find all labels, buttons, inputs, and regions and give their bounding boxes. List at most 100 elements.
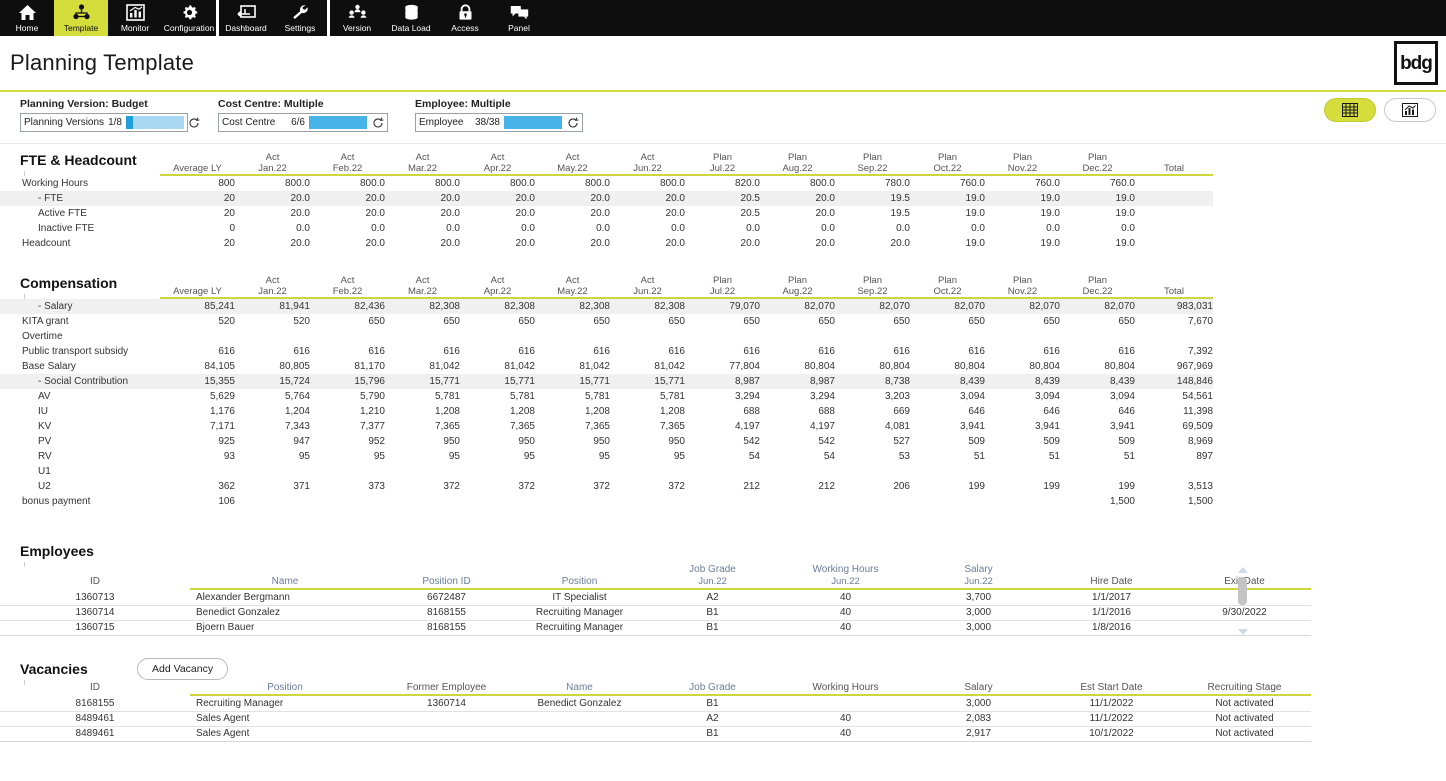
table-cell[interactable]: 82,308 (460, 299, 535, 314)
table-row[interactable]: - Salary 85,241 81,941 82,436 82,308 82,308 82… (0, 299, 1213, 314)
table-cell[interactable]: 80,804 (1060, 359, 1135, 374)
nav-item-version[interactable]: Version (330, 0, 384, 36)
table-cell[interactable]: 20.0 (535, 191, 610, 206)
table-cell[interactable]: 148,846 (1135, 374, 1213, 389)
table-cell[interactable]: 80,804 (985, 359, 1060, 374)
table-cell[interactable] (385, 494, 460, 509)
table-cell[interactable]: 646 (1060, 404, 1135, 419)
table-cell[interactable]: 20.0 (760, 191, 835, 206)
table-cell[interactable]: 15,771 (385, 374, 460, 389)
table-row[interactable]: Overtime (0, 329, 1213, 344)
table-cell[interactable] (985, 464, 1060, 479)
table-cell[interactable] (535, 329, 610, 344)
table-cell[interactable]: 81,042 (460, 359, 535, 374)
table-cell[interactable]: 20.0 (535, 236, 610, 251)
table-cell[interactable]: IT Specialist (513, 590, 646, 606)
table-cell[interactable]: 542 (685, 434, 760, 449)
table-cell[interactable]: 20.0 (835, 236, 910, 251)
table-row[interactable]: 8489461 Sales Agent B1 40 2,917 10/1/2022 Not … (0, 726, 1311, 742)
table-cell[interactable]: 20.0 (235, 191, 310, 206)
table-cell[interactable]: 8489461 (0, 711, 190, 727)
table-cell[interactable]: 106 (160, 494, 235, 509)
table-cell[interactable]: 95 (385, 449, 460, 464)
table-cell[interactable]: 820.0 (685, 176, 760, 191)
table-cell[interactable]: Not activated (1178, 696, 1311, 712)
table-cell[interactable]: 10/1/2022 (1045, 726, 1178, 742)
table-cell[interactable]: 688 (760, 404, 835, 419)
table-cell[interactable]: 20.0 (760, 206, 835, 221)
table-cell[interactable] (910, 329, 985, 344)
table-cell[interactable]: 4,197 (760, 419, 835, 434)
table-cell[interactable]: 7,392 (1135, 344, 1213, 359)
table-cell[interactable]: 5,781 (385, 389, 460, 404)
table-cell[interactable]: 80,804 (760, 359, 835, 374)
table-cell[interactable]: 8,969 (1135, 434, 1213, 449)
table-cell[interactable]: 3,294 (685, 389, 760, 404)
table-cell[interactable]: 7,365 (460, 419, 535, 434)
table-cell[interactable]: 3,000 (912, 696, 1045, 712)
table-cell[interactable]: 373 (310, 479, 385, 494)
table-row[interactable]: KV 7,171 7,343 7,377 7,365 7,365 7,365 7,365 4,1… (0, 419, 1213, 434)
table-cell[interactable]: 20.0 (610, 236, 685, 251)
table-cell[interactable]: B1 (646, 726, 779, 742)
table-cell[interactable]: 19.5 (835, 191, 910, 206)
column-header[interactable]: Position ID (380, 564, 513, 588)
table-cell[interactable]: 20.0 (385, 236, 460, 251)
table-cell[interactable] (380, 726, 513, 742)
table-cell[interactable]: 1,210 (310, 404, 385, 419)
table-cell[interactable] (535, 494, 610, 509)
table-cell[interactable]: 1/8/2016 (1045, 620, 1178, 636)
nav-item-home[interactable]: Home (0, 0, 54, 36)
table-cell[interactable]: 616 (910, 344, 985, 359)
table-cell[interactable] (235, 494, 310, 509)
table-cell[interactable]: 54 (760, 449, 835, 464)
table-row[interactable]: - Social Contribution 15,355 15,724 15,796 1… (0, 374, 1213, 389)
column-header[interactable]: Est Start Date (1045, 682, 1178, 694)
table-cell[interactable]: 15,796 (310, 374, 385, 389)
table-cell[interactable]: 8,439 (910, 374, 985, 389)
column-header[interactable]: Name (190, 564, 380, 588)
table-cell[interactable] (310, 329, 385, 344)
table-cell[interactable] (685, 464, 760, 479)
table-cell[interactable]: 4,081 (835, 419, 910, 434)
table-cell[interactable]: Recruiting Manager (190, 696, 380, 712)
table-cell[interactable]: 20.0 (760, 236, 835, 251)
table-cell[interactable]: 760.0 (910, 176, 985, 191)
table-row[interactable]: Public transport subsidy 616 616 616 616 616 6… (0, 344, 1213, 359)
reset-filter-icon[interactable] (371, 116, 384, 129)
table-cell[interactable]: 616 (835, 344, 910, 359)
table-cell[interactable]: 509 (910, 434, 985, 449)
table-cell[interactable] (310, 494, 385, 509)
table-cell[interactable] (1135, 329, 1213, 344)
table-cell[interactable]: 371 (235, 479, 310, 494)
table-cell[interactable]: 20 (160, 236, 235, 251)
table-cell[interactable]: 1,204 (235, 404, 310, 419)
table-cell[interactable]: 520 (235, 314, 310, 329)
table-cell[interactable]: 20.0 (460, 206, 535, 221)
table-cell[interactable]: 800.0 (760, 176, 835, 191)
table-cell[interactable]: 616 (985, 344, 1060, 359)
table-cell[interactable]: 7,670 (1135, 314, 1213, 329)
table-cell[interactable]: 616 (685, 344, 760, 359)
table-cell[interactable] (385, 464, 460, 479)
table-cell[interactable]: 5,629 (160, 389, 235, 404)
table-cell[interactable]: 800.0 (535, 176, 610, 191)
table-cell[interactable] (985, 494, 1060, 509)
table-cell[interactable]: 616 (460, 344, 535, 359)
table-cell[interactable]: 372 (535, 479, 610, 494)
table-cell[interactable]: 1,208 (535, 404, 610, 419)
table-cell[interactable] (1135, 464, 1213, 479)
table-cell[interactable]: 646 (985, 404, 1060, 419)
table-cell[interactable]: 650 (1060, 314, 1135, 329)
table-cell[interactable]: 206 (835, 479, 910, 494)
table-cell[interactable]: 1/1/2016 (1045, 605, 1178, 621)
table-cell[interactable]: 650 (385, 314, 460, 329)
table-cell[interactable] (513, 726, 646, 742)
table-cell[interactable]: 3,941 (1060, 419, 1135, 434)
table-cell[interactable] (1135, 176, 1213, 191)
table-cell[interactable]: 80,804 (835, 359, 910, 374)
table-cell[interactable]: 800.0 (310, 176, 385, 191)
table-cell[interactable] (385, 329, 460, 344)
table-cell[interactable]: 3,294 (760, 389, 835, 404)
table-cell[interactable]: 3,941 (910, 419, 985, 434)
